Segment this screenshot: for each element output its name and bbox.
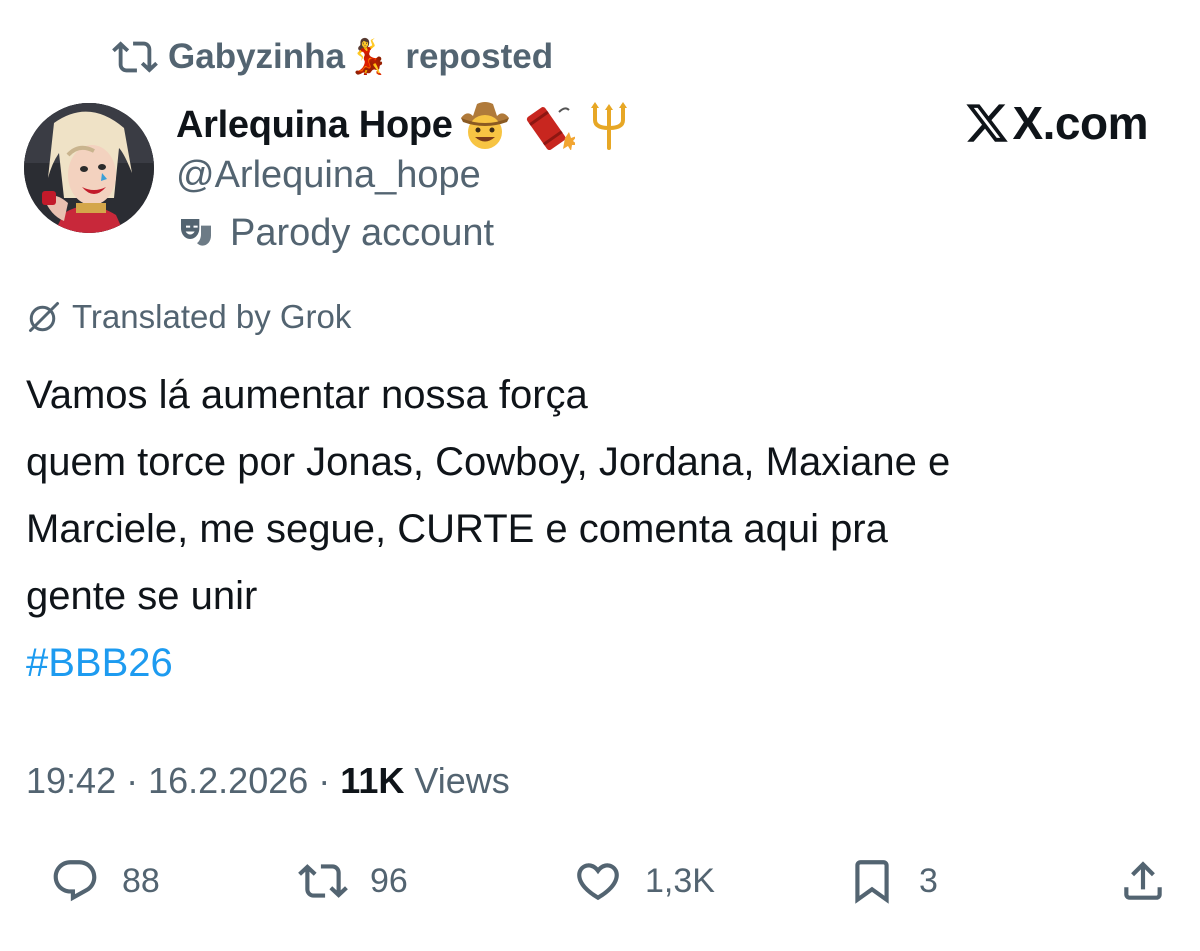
bookmark-count: 3 [919,861,938,900]
avatar[interactable] [24,103,154,233]
reply-icon [53,860,97,902]
hashtag-link[interactable]: #BBB26 [26,630,1176,697]
parody-text: Parody account [230,212,495,254]
name-badges [457,100,637,150]
author-handle[interactable]: @Arlequina_hope [176,154,481,197]
share-button[interactable] [1118,855,1168,907]
meta-separator: · [318,760,341,801]
heart-icon [577,863,619,901]
repost-icon [298,864,348,898]
repost-count: 96 [370,861,408,900]
parody-label: Parody account [176,212,494,255]
repost-button[interactable]: 96 [298,855,408,907]
author-display-name[interactable]: Arlequina Hope [176,100,637,150]
cowboy-emoji-icon [460,102,509,149]
reply-button[interactable]: 88 [50,855,160,907]
bookmark-button[interactable]: 3 [847,855,938,907]
tweet-line: Marciele, me segue, CURTE e comenta aqui… [26,507,888,551]
masks-icon [181,218,211,246]
like-button[interactable]: 1,3K [573,855,715,907]
meta-separator: · [126,760,149,801]
translation-note[interactable]: Translated by Grok [26,298,351,336]
share-icon [1124,861,1162,900]
dancer-emoji: 💃 [346,38,390,76]
repost-suffix: reposted [405,37,554,76]
like-count: 1,3K [645,861,715,900]
views-label: Views [414,760,510,801]
tweet-date[interactable]: 16.2.2026 [148,760,308,801]
reply-count: 88 [122,861,160,900]
repost-user-name[interactable]: Gabyzinha [168,37,345,77]
translation-text: Translated by Grok [72,298,352,335]
display-name-text[interactable]: Arlequina Hope [176,104,453,147]
x-logo-icon [966,104,1009,142]
bookmark-icon [855,860,889,904]
repost-icon [112,41,158,73]
views-count: 11K [340,760,405,801]
tweet-line: Vamos lá aumentar nossa força [26,373,588,417]
trident-emoji-icon [590,102,627,150]
tweet-line: quem torce por Jonas, Cowboy, Jordana, M… [26,440,951,484]
x-com-watermark: X.com [964,96,1148,150]
watermark-text: X.com [1012,97,1148,149]
firecracker-emoji-icon [526,107,575,150]
tweet-time[interactable]: 19:42 [26,760,116,801]
grok-icon [29,302,59,332]
tweet-meta: 19:42 · 16.2.2026 · 11K Views [26,760,510,802]
tweet-line: gente se unir [26,574,258,618]
repost-header[interactable]: Gabyzinha 💃 reposted [112,34,553,80]
tweet-text: Vamos lá aumentar nossa força quem torce… [26,362,1176,697]
